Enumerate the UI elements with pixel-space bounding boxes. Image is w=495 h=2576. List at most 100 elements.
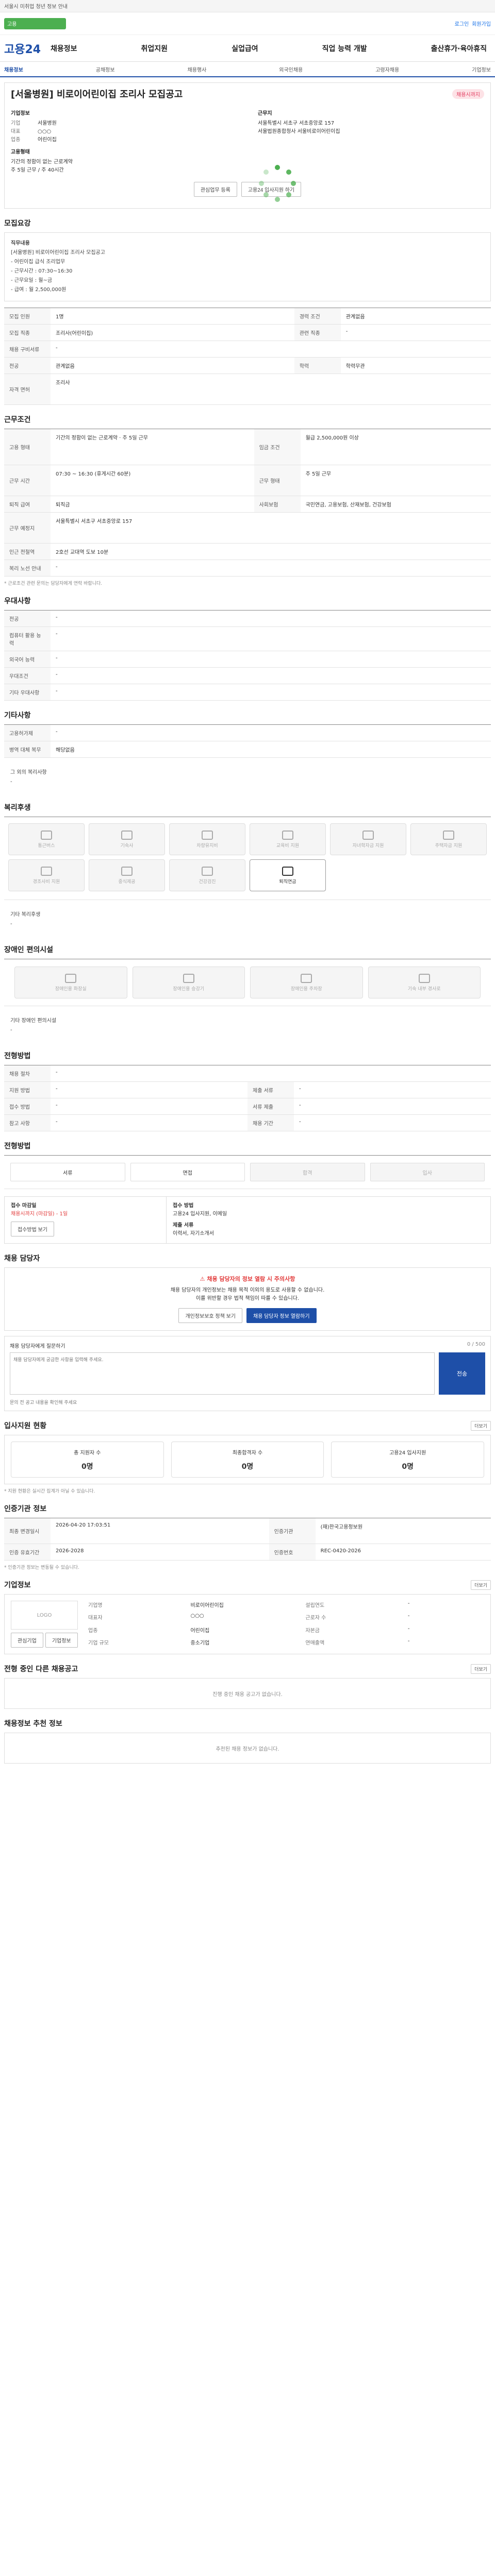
lnb-senior[interactable]: 고령자채용: [375, 65, 399, 73]
etc-table: 고용허가제 - 병역 대체 복무 해당없음: [4, 724, 491, 758]
company-name-label: 기업: [11, 121, 21, 126]
welfare-item: 경조사비 지원: [8, 859, 85, 891]
view-manager-button[interactable]: 채용 담당자 정보 열람하기: [246, 1308, 317, 1323]
step-join: 입사: [370, 1163, 485, 1181]
question-label: 채용 담당자에게 질문하기: [10, 1344, 65, 1349]
job-title: [서울병원] 비로이어린이집 조리사 모집공고: [11, 89, 183, 100]
cell-value: 조리사(어린이집): [51, 324, 294, 341]
company-label: 근로자 수: [305, 1615, 326, 1621]
stat-card: 고용24 입사지원 0명: [331, 1442, 484, 1478]
etc-extra: 그 외의 복리사항 -: [4, 762, 491, 793]
table-row: 채용 절차 -: [4, 1065, 491, 1082]
table-row: 기타 우대사항 -: [4, 684, 491, 701]
disability-item: 장애인용 승강기: [132, 967, 245, 998]
welfare-item-label: 교육비 지원: [276, 843, 300, 849]
lnb-events[interactable]: 채용행사: [188, 65, 207, 73]
recruit-table: 모집 인원 1명 경력 조건 관계없음 모집 직종 조리사(어린이집) 관련 직종 - 채용…: [4, 308, 491, 405]
cell-label: 근무 예정지: [4, 512, 51, 544]
gnb-top: 고용 로그인 회원가입: [0, 12, 495, 35]
cell-label: 사회보험: [254, 496, 301, 513]
recruit-line: - 근무시간 : 07:30~16:30: [11, 268, 73, 274]
industry-label: 업종: [11, 137, 21, 143]
disability-extra-value: -: [10, 1027, 12, 1033]
company-heading: 기업정보: [11, 111, 30, 116]
step-interview: 면접: [130, 1163, 245, 1181]
lnb-company[interactable]: 기업정보: [472, 65, 491, 73]
table-row: 최종 변경일시 2026-04-20 17:03:51 인증기관 (재)한국고용정보원: [4, 1518, 491, 1544]
industry-value: 어린이집: [38, 137, 57, 143]
menu-unemployment[interactable]: 실업급여: [232, 43, 258, 54]
welfare-item: 자녀학자금 지원: [330, 823, 406, 855]
recruit-line: - 급여 : 월 2,500,000원: [11, 287, 67, 293]
table-row: 자격 면허 조리사: [4, 374, 491, 405]
welfare-item-label: 차량유지비: [196, 843, 218, 849]
status-cards: 총 지원자 수 0명 최종합격자 수 0명 고용24 입사지원 0명: [4, 1435, 491, 1484]
cell-value: -: [340, 324, 491, 341]
location-heading: 근무지: [258, 111, 272, 116]
welfare-item-label: 중식제공: [118, 879, 136, 885]
status-heading: 입사지원 현황: [4, 1422, 47, 1430]
company-value: 중소기업: [190, 1640, 210, 1646]
cell-label: 기타 우대사항: [4, 684, 51, 701]
work-note: * 근로조건 관련 문의는 담당자에게 연락 바랍니다.: [4, 581, 103, 586]
cell-value: -: [51, 724, 491, 741]
global-nav: 고용24 채용정보 취업지원 실업급여 직업 능력 개발 출산휴가·육아휴직: [0, 35, 495, 62]
cell-label: 모집 직종: [4, 324, 51, 341]
disability-item: 기숙 내부 경사로: [368, 967, 481, 998]
top-notice-text: 서울시 미취업 청년 정보 안내: [4, 4, 68, 10]
receipt-method-button[interactable]: 접수방법 보기: [11, 1222, 54, 1236]
cell-label: 복리 노선 안내: [4, 560, 51, 577]
favorite-button[interactable]: 관심업무 등록: [193, 182, 237, 197]
other-jobs-more-link[interactable]: 더보기: [471, 1664, 491, 1674]
disability-item-label: 장애인용 주차장: [290, 986, 322, 992]
table-row: 병역 대체 복무 해당없음: [4, 741, 491, 758]
menu-support[interactable]: 취업지원: [141, 43, 168, 54]
table-row: 모집 직종 조리사(어린이집) 관련 직종 -: [4, 324, 491, 341]
condition-line1: 기간의 정함이 없는 근로계약: [11, 159, 73, 165]
menu-jobs[interactable]: 채용정보: [51, 43, 77, 54]
company-label: 기업 규모: [88, 1640, 109, 1646]
gift-icon: [41, 866, 52, 876]
join-link[interactable]: 회원가입: [472, 20, 491, 27]
disability-extra: 기타 장애인 편의시설 -: [4, 1010, 491, 1041]
manager-warning-title: 채용 담당자의 정보 열람 시 주의사항: [207, 1276, 295, 1282]
question-input[interactable]: [10, 1352, 435, 1395]
cell-label: 고용 형태: [4, 429, 51, 465]
menu-training[interactable]: 직업 능력 개발: [322, 43, 367, 54]
receipt-box: 접수 마감일 채용시까지 (마감일) - 1일 접수방법 보기 접수 방법 고용…: [4, 1196, 491, 1244]
work-heading: 근무조건: [4, 416, 31, 424]
privacy-policy-button[interactable]: 개인정보보호 정책 보기: [178, 1308, 242, 1323]
cell-label: 외국어 능력: [4, 651, 51, 668]
company-logo: LOGO: [11, 1601, 78, 1630]
site-badge[interactable]: 고용: [4, 18, 66, 29]
lnb-public[interactable]: 공채정보: [96, 65, 115, 73]
other-heading: 우대사항: [4, 597, 31, 605]
menu-leave[interactable]: 출산휴가·육아휴직: [431, 43, 487, 54]
cell-value: -: [51, 1065, 491, 1082]
lnb-jobs[interactable]: 채용정보: [4, 65, 23, 73]
company-value: -: [407, 1601, 410, 1606]
status-more-link[interactable]: 더보기: [471, 1420, 491, 1431]
welfare-extra-heading: 기타 복리후생: [10, 912, 41, 918]
cell-value: -: [294, 1081, 491, 1098]
stat-value: 0명: [241, 1462, 254, 1471]
site-logo[interactable]: 고용24: [4, 40, 51, 57]
cell-label: 인증번호: [269, 1544, 316, 1561]
login-link[interactable]: 로그인: [455, 20, 469, 27]
company-grid: 기업명 비로이어린이집 설립연도 - 대표자 ○○○ 근로자 수- 업종 어린이집 자본금 - …: [88, 1601, 484, 1648]
company-more-link[interactable]: 더보기: [471, 1580, 491, 1590]
table-row: 채용 구비서류 -: [4, 341, 491, 358]
welfare-item: 건강검진: [169, 859, 245, 891]
car-icon: [202, 830, 213, 840]
disability-item-label: 기숙 내부 경사로: [407, 986, 441, 992]
meal-icon: [121, 866, 133, 876]
cell-label: 인증기관: [269, 1518, 316, 1544]
lnb-foreign[interactable]: 외국인채용: [279, 65, 303, 73]
disability-item: 장애인용 주차장: [250, 967, 363, 998]
company-favorite-button[interactable]: 관심기업: [11, 1633, 43, 1648]
location-line1: 서울특별시 서초구 서초중앙로 157: [258, 121, 335, 126]
question-send-button[interactable]: 전송: [439, 1352, 485, 1395]
company-info-button[interactable]: 기업정보: [45, 1633, 78, 1648]
cell-label: 임금 조건: [254, 429, 301, 465]
etc-extra-value: -: [10, 779, 12, 785]
